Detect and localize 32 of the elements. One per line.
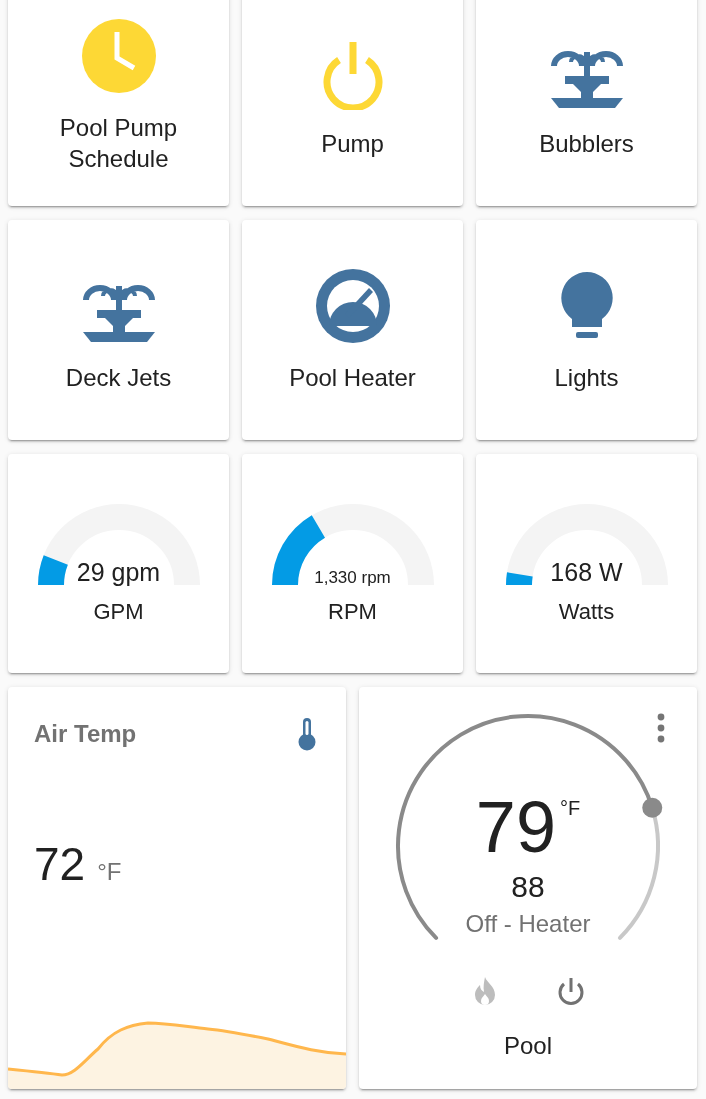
gauge-fill <box>37 555 68 585</box>
target-temperature: 88 <box>511 869 545 905</box>
temperature-unit: °F <box>559 797 581 820</box>
entity-name: Lights <box>554 362 619 393</box>
entity-button[interactable]: Lights <box>476 220 697 440</box>
temperature-dial[interactable] <box>396 714 660 940</box>
thermostat-name: Pool <box>503 1032 552 1060</box>
sensor-unit: °F <box>97 858 122 886</box>
entity-name: Deck Jets <box>65 362 172 393</box>
current-temperature: 79 <box>475 787 556 867</box>
entity-name: Pool Pump Schedule <box>58 113 179 174</box>
sensor-title: Air Temp <box>34 720 137 748</box>
more-options-icon[interactable] <box>657 713 665 743</box>
gauge-fill <box>505 572 533 585</box>
entity-name: Pool Heater <box>289 362 416 393</box>
thermometer-icon <box>298 717 316 751</box>
hvac-status: Off - Heater <box>465 909 591 939</box>
entity-button[interactable]: Pump <box>242 0 463 206</box>
dial-handle[interactable] <box>642 797 663 818</box>
gauge-value: 1,330 rpm <box>314 568 391 588</box>
gauge-name: RPM <box>328 599 377 625</box>
entity-button[interactable]: Pool Heater <box>242 220 463 440</box>
entity-button[interactable]: Deck Jets <box>8 220 229 440</box>
gauge-name: Watts <box>558 599 615 625</box>
entity-name: Pump <box>321 128 384 159</box>
gauge-value: 29 gpm <box>76 558 161 587</box>
sensor-value: 72 <box>34 837 86 891</box>
gauge-value: 168 W <box>550 558 623 587</box>
entity-button[interactable]: Bubblers <box>476 0 697 206</box>
entity-button[interactable]: Pool Pump Schedule <box>8 0 229 206</box>
gauge-name: GPM <box>93 599 144 625</box>
entity-name: Bubblers <box>539 128 634 159</box>
